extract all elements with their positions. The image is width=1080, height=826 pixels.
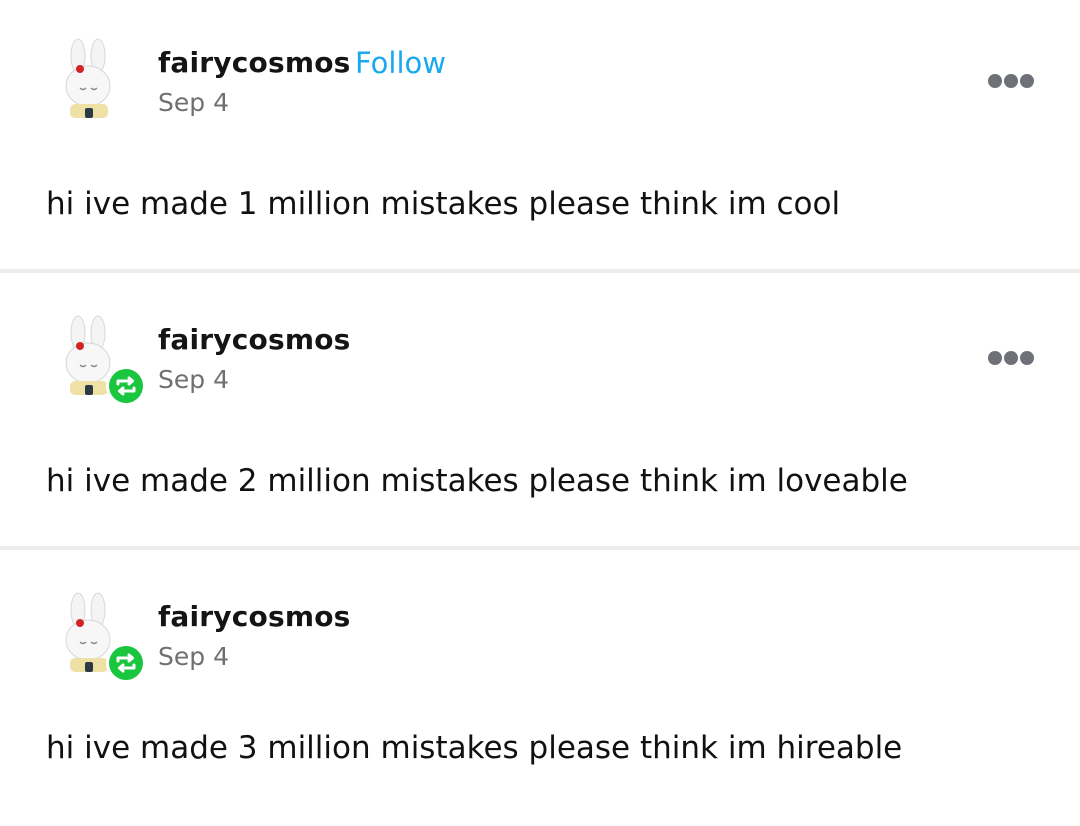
post-card: fairycosmos Sep 4 hi ive made 2 million … xyxy=(0,277,1080,549)
follow-button[interactable]: Follow xyxy=(355,46,446,80)
reblog-badge xyxy=(106,643,146,683)
post-card: fairycosmos Sep 4 hi ive made 3 million … xyxy=(0,554,1080,826)
post-text: hi ive made 1 million mistakes please th… xyxy=(46,186,841,222)
divider xyxy=(0,269,1080,273)
reblog-icon xyxy=(116,653,136,673)
post-text: hi ive made 2 million mistakes please th… xyxy=(46,463,908,499)
post-date: Sep 4 xyxy=(158,365,229,394)
reblog-icon xyxy=(116,376,136,396)
username[interactable]: fairycosmos xyxy=(158,600,351,633)
divider xyxy=(0,546,1080,550)
username[interactable]: fairycosmos xyxy=(158,323,351,356)
bunny-avatar-icon xyxy=(65,38,111,118)
post-text: hi ive made 3 million mistakes please th… xyxy=(46,730,903,766)
more-options-icon[interactable] xyxy=(988,73,1036,89)
more-options-icon[interactable] xyxy=(988,350,1036,366)
post-card: fairycosmos Follow Sep 4 hi ive made 1 m… xyxy=(0,0,1080,272)
username[interactable]: fairycosmos xyxy=(158,46,351,79)
reblog-badge xyxy=(106,366,146,406)
post-date: Sep 4 xyxy=(158,642,229,671)
avatar[interactable] xyxy=(58,38,120,124)
post-date: Sep 4 xyxy=(158,88,229,117)
